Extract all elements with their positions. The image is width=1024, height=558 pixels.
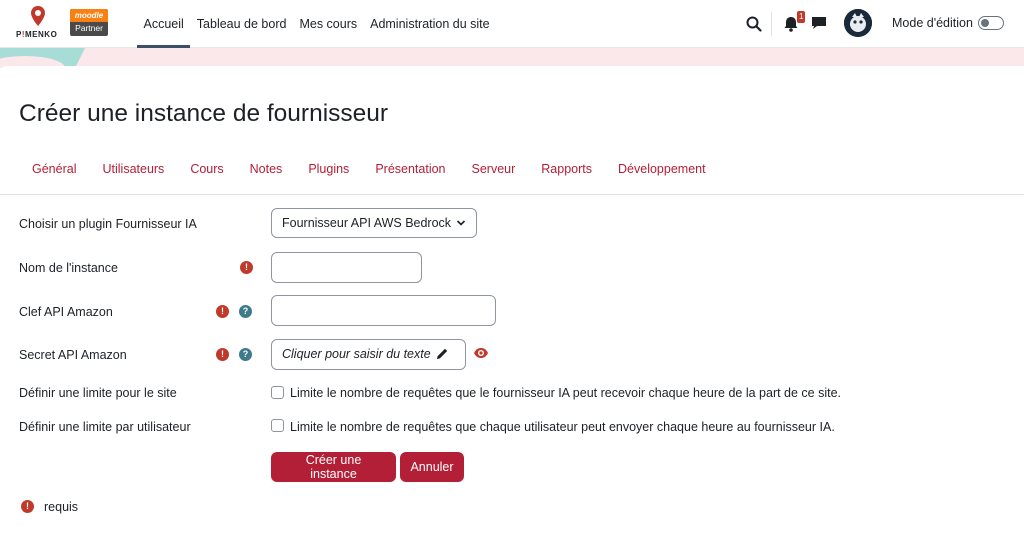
required-exclamation-icon: !: [216, 305, 229, 318]
help-question-icon[interactable]: ?: [239, 348, 252, 361]
api-key-input[interactable]: [271, 295, 496, 326]
tab-presentation[interactable]: Présentation: [362, 162, 458, 176]
help-question-icon[interactable]: ?: [239, 305, 252, 318]
api-secret-placeholder: Cliquer pour saisir du texte: [282, 347, 431, 361]
nav-link-mes-cours[interactable]: Mes cours: [293, 0, 364, 48]
pimenko-logo[interactable]: P!MENKO: [14, 6, 64, 42]
instance-name-input[interactable]: [271, 252, 422, 283]
site-limit-description: Limite le nombre de requêtes que le four…: [290, 386, 842, 400]
cancel-button[interactable]: Annuler: [400, 452, 464, 482]
required-exclamation-icon: !: [240, 261, 253, 274]
top-navbar: P!MENKO moodle Partner Accueil Tableau d…: [0, 0, 1024, 48]
notification-count-badge: 1: [797, 11, 806, 23]
site-limit-checkbox[interactable]: [271, 386, 284, 399]
api-key-label: Clef API Amazon: [19, 305, 113, 319]
messages-chat-icon[interactable]: [811, 15, 827, 31]
tab-utilisateurs[interactable]: Utilisateurs: [89, 162, 177, 176]
pencil-icon: [437, 348, 448, 359]
required-legend: requis: [44, 500, 79, 514]
site-limit-label: Définir une limite pour le site: [19, 386, 177, 400]
eye-icon[interactable]: [473, 346, 489, 360]
header-banner: [0, 48, 1024, 68]
user-limit-label: Définir une limite par utilisateur: [19, 420, 191, 434]
moodle-partner-badge: moodle Partner: [70, 9, 108, 36]
banner-decoration: [0, 48, 85, 68]
tab-rapports[interactable]: Rapports: [528, 162, 605, 176]
user-avatar[interactable]: [844, 9, 872, 37]
page-title: Créer une instance de fournisseur: [19, 100, 389, 127]
tab-cours[interactable]: Cours: [177, 162, 236, 176]
tab-general[interactable]: Général: [19, 162, 89, 176]
tab-plugins[interactable]: Plugins: [295, 162, 362, 176]
edit-mode-label: Mode d'édition: [892, 16, 973, 30]
partner-badge-top: moodle: [70, 9, 108, 22]
logo-wordmark: P!MENKO: [16, 30, 58, 39]
avatar-image-icon: [844, 9, 872, 37]
tabs-divider: [0, 194, 1024, 195]
user-limit-checkbox[interactable]: [271, 419, 284, 432]
create-instance-button[interactable]: Créer une instance: [271, 452, 396, 482]
ai-plugin-select-value: Fournisseur API AWS Bedrock: [282, 216, 452, 230]
ai-plugin-select[interactable]: Fournisseur API AWS Bedrock: [271, 208, 477, 238]
nav-link-administration[interactable]: Administration du site: [364, 0, 497, 48]
nav-link-tableau-de-bord[interactable]: Tableau de bord: [190, 0, 293, 48]
search-icon[interactable]: [744, 14, 764, 34]
required-exclamation-icon: !: [21, 500, 34, 513]
api-secret-label: Secret API Amazon: [19, 348, 127, 362]
required-exclamation-icon: !: [216, 348, 229, 361]
navbar-divider: [771, 12, 772, 36]
partner-badge-bottom: Partner: [75, 23, 103, 33]
primary-navigation: Accueil Tableau de bord Mes cours Admini…: [137, 0, 496, 48]
user-limit-description: Limite le nombre de requêtes que chaque …: [290, 420, 835, 434]
map-pin-logo-icon: [31, 6, 45, 26]
admin-category-tabs: Général Utilisateurs Cours Notes Plugins…: [19, 162, 719, 176]
plugin-select-label: Choisir un plugin Fournisseur IA: [19, 217, 197, 231]
chevron-down-icon: [456, 220, 466, 226]
api-secret-inplace-editable[interactable]: Cliquer pour saisir du texte: [271, 339, 466, 370]
nav-link-accueil[interactable]: Accueil: [137, 0, 191, 48]
instance-name-label: Nom de l'instance: [19, 261, 118, 275]
tab-notes[interactable]: Notes: [237, 162, 296, 176]
main-content-card: Créer une instance de fournisseur Généra…: [0, 66, 1024, 558]
tab-developpement[interactable]: Développement: [605, 162, 719, 176]
tab-serveur[interactable]: Serveur: [459, 162, 529, 176]
edit-mode-toggle[interactable]: [978, 16, 1004, 30]
